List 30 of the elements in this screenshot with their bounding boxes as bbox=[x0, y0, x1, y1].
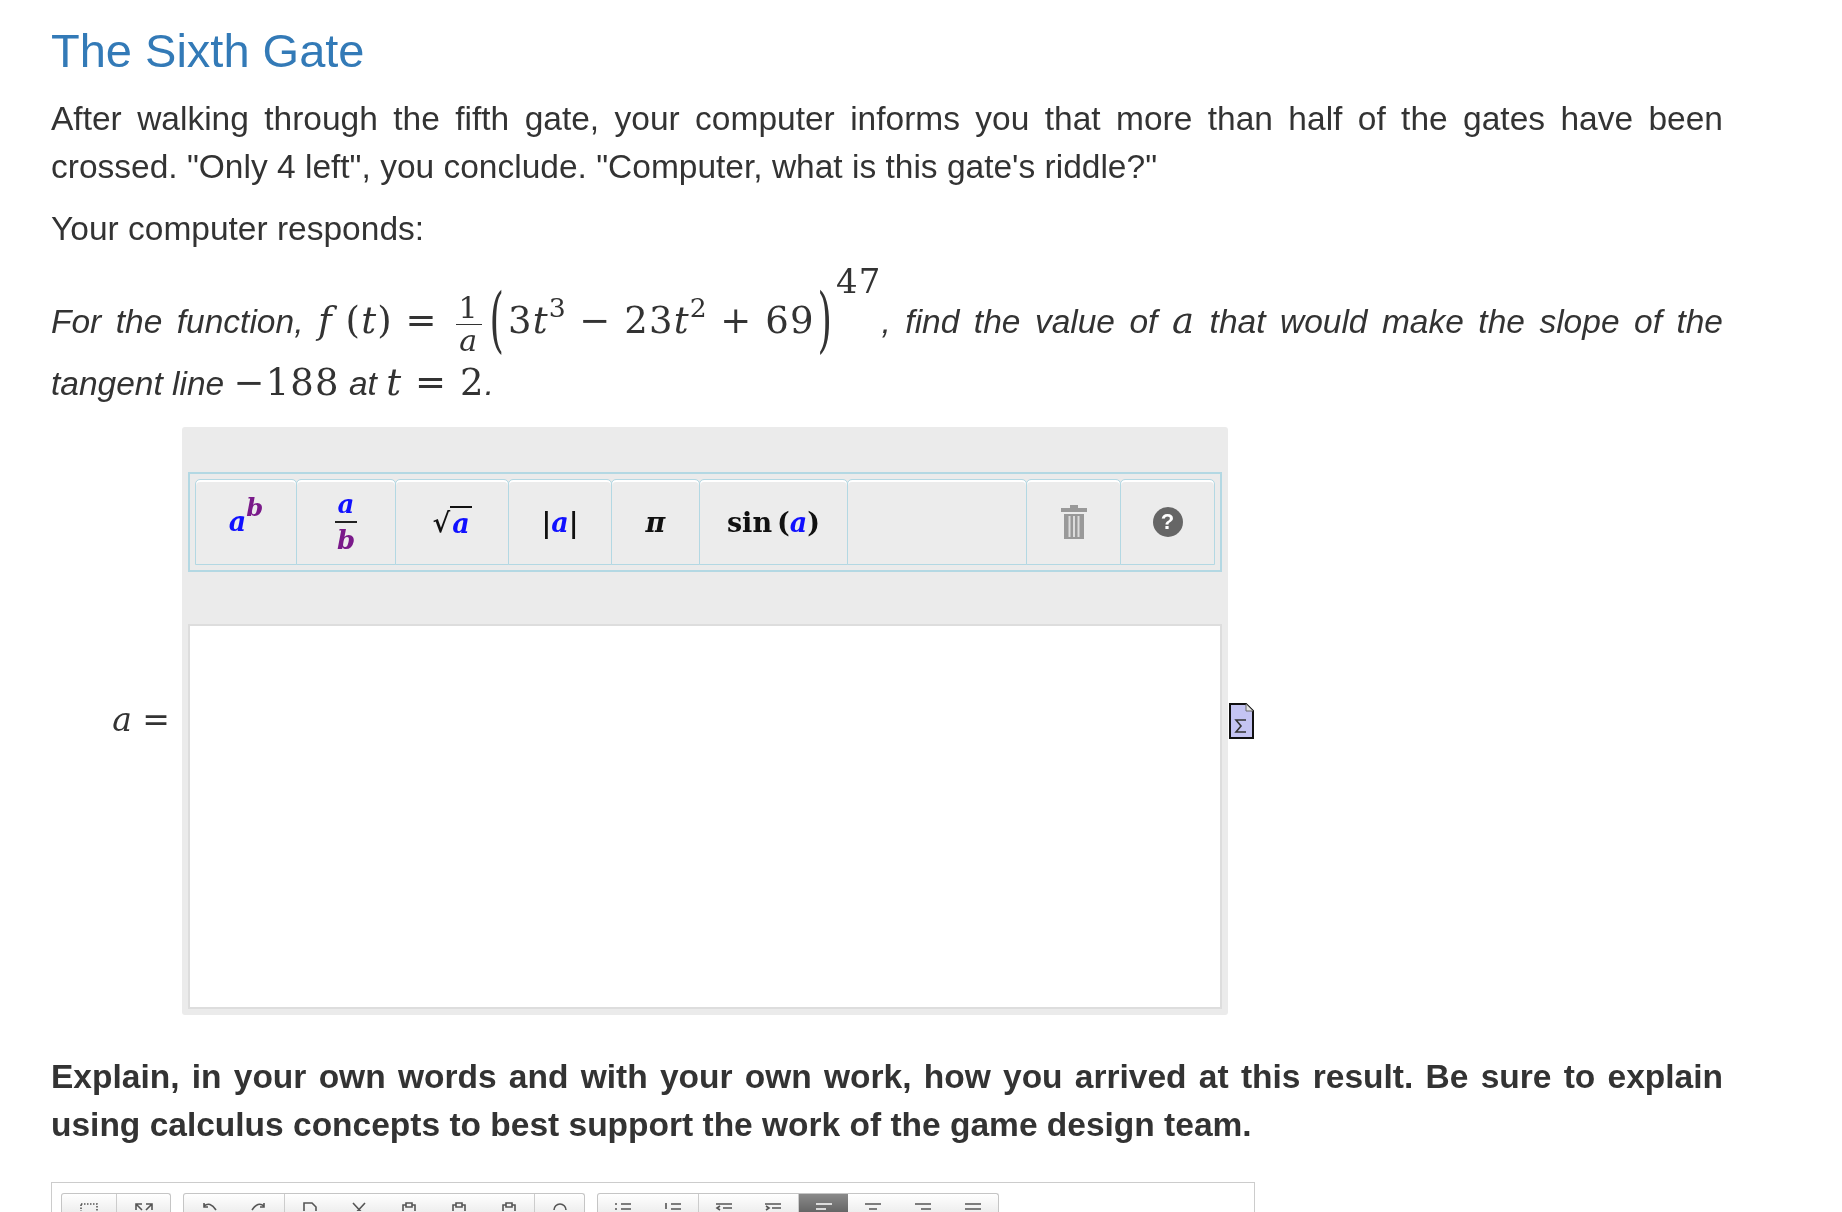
indent-icon bbox=[763, 1202, 783, 1211]
formula-document-icon[interactable] bbox=[1229, 703, 1254, 739]
bulleted-list-icon bbox=[613, 1202, 633, 1211]
expand-icon bbox=[133, 1202, 154, 1211]
justify-icon bbox=[963, 1202, 983, 1211]
editor-toolbar-button[interactable] bbox=[798, 1194, 848, 1212]
align-right-icon bbox=[913, 1202, 933, 1211]
sine-button[interactable]: sin (a) bbox=[699, 479, 848, 565]
lead-text: Your computer responds: bbox=[51, 209, 425, 249]
outdent-icon bbox=[713, 1202, 734, 1211]
square-root-button[interactable]: √a bbox=[395, 479, 509, 565]
instruction-text: Explain, in your own words and with your own work, how you arrived at this result. Be sure to explain using calculus concepts to best support the work of the game design team. bbox=[51, 1057, 1723, 1145]
align-left-icon bbox=[813, 1202, 834, 1211]
fraction-button[interactable]: a b bbox=[296, 479, 396, 565]
intro-text: After walking through the fifth gate, your computer informs you that more than half of the gates have been crossed. "Only 4 left", you conclude. "Computer, what is this gate's riddle?" bbox=[51, 99, 1723, 187]
clipboard-icon bbox=[449, 1202, 469, 1211]
answer-field[interactable] bbox=[188, 624, 1222, 1009]
pi-button[interactable]: π bbox=[611, 479, 700, 565]
trash-button[interactable] bbox=[1026, 479, 1121, 565]
equation-label: a = bbox=[112, 700, 170, 740]
exponent-button[interactable]: a$^{b}$ bbox=[195, 479, 297, 565]
clipboard-icon bbox=[499, 1202, 519, 1211]
trash-icon bbox=[1060, 505, 1087, 539]
align-center-icon bbox=[863, 1202, 883, 1211]
clipboard-icon bbox=[399, 1202, 419, 1211]
numbered-list-icon bbox=[663, 1202, 683, 1211]
page-title: The Sixth Gate bbox=[51, 25, 365, 77]
help-button[interactable]: ? bbox=[1120, 479, 1215, 565]
absolute-value-button[interactable]: |a| bbox=[508, 479, 612, 565]
scissors-icon bbox=[349, 1202, 369, 1211]
